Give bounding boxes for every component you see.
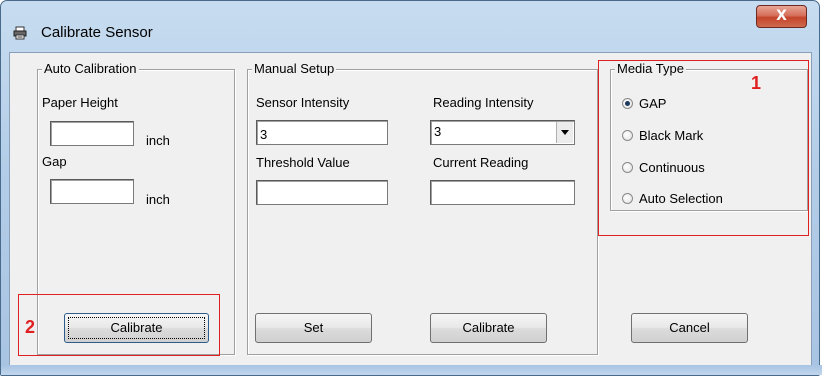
paper-height-unit: inch	[146, 133, 170, 148]
close-button[interactable]: X	[756, 5, 807, 28]
reading-intensity-select[interactable]: 3	[430, 120, 575, 145]
threshold-value-input[interactable]	[256, 180, 388, 205]
window-title: Calibrate Sensor	[41, 24, 153, 41]
window-bottom-border	[1, 365, 822, 375]
cancel-button[interactable]: Cancel	[631, 313, 748, 343]
gap-input[interactable]	[50, 179, 134, 204]
set-button[interactable]: Set	[255, 313, 372, 343]
printer-icon	[13, 26, 27, 40]
gap-label: Gap	[42, 154, 67, 169]
title-bar[interactable]: Calibrate Sensor X	[1, 1, 819, 51]
gap-unit: inch	[146, 192, 170, 207]
paper-height-label: Paper Height	[42, 95, 118, 110]
sensor-intensity-label: Sensor Intensity	[256, 95, 350, 110]
reading-intensity-value: 3	[434, 124, 442, 139]
manual-setup-legend: Manual Setup	[252, 61, 337, 77]
current-reading-input[interactable]	[430, 180, 575, 205]
manual-calibrate-button[interactable]: Calibrate	[430, 313, 547, 343]
calibrate-sensor-window: Calibrate Sensor X Auto Calibration Pape…	[0, 0, 822, 376]
threshold-value-label: Threshold Value	[256, 155, 350, 170]
annotation-number-2: 2	[25, 317, 36, 337]
reading-intensity-label: Reading Intensity	[433, 95, 534, 110]
annotation-box-media-type	[598, 60, 809, 236]
auto-calibration-legend: Auto Calibration	[42, 61, 139, 77]
chevron-down-icon[interactable]	[556, 122, 573, 143]
paper-height-input[interactable]	[50, 121, 134, 146]
annotation-box-calibrate	[18, 294, 220, 356]
annotation-number-1: 1	[751, 73, 762, 93]
dialog-client-area: Auto Calibration Paper Height inch Gap i…	[9, 52, 812, 367]
sensor-intensity-input[interactable]	[256, 120, 388, 145]
current-reading-label: Current Reading	[433, 155, 529, 170]
